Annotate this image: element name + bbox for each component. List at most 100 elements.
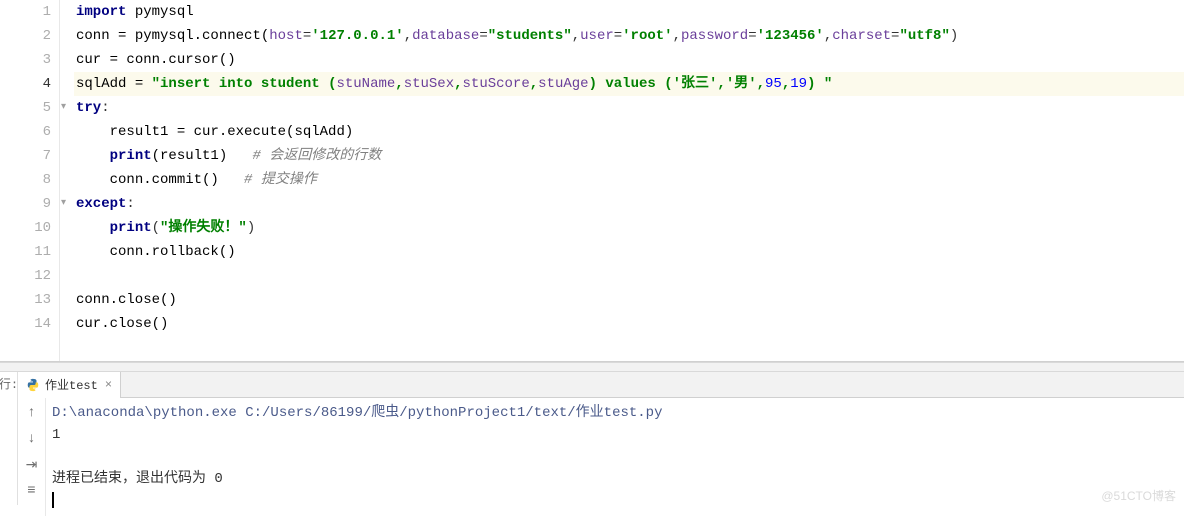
string: "utf8" <box>899 28 949 44</box>
comma: , <box>824 28 832 44</box>
string: 'root' <box>622 28 672 44</box>
call: conn.commit() <box>110 172 219 188</box>
line-number: 14 <box>0 312 51 336</box>
string: ) <box>589 76 606 92</box>
line-number: 11 <box>0 240 51 264</box>
string: ) " <box>807 76 832 92</box>
line-number: 2 <box>0 24 51 48</box>
builtin: print <box>110 220 152 236</box>
line-number: 8 <box>0 168 51 192</box>
code-line[interactable]: conn = pymysql.connect(host='127.0.0.1',… <box>74 24 1184 48</box>
identifier: cur <box>76 52 110 68</box>
down-arrow-icon[interactable]: ↓ <box>21 428 43 450</box>
comma: , <box>673 28 681 44</box>
paren: ( <box>152 220 160 236</box>
indent <box>76 220 110 236</box>
console-blank-line <box>52 446 1178 468</box>
string: "students" <box>488 28 572 44</box>
comment: # 会返回修改的行数 <box>252 148 381 164</box>
space <box>219 172 244 188</box>
param: charset <box>832 28 891 44</box>
line-number: 9 <box>0 192 51 216</box>
identifier: result1 <box>110 124 177 140</box>
up-arrow-icon[interactable]: ↑ <box>21 402 43 424</box>
code-line[interactable]: print(result1) # 会返回修改的行数 <box>74 144 1184 168</box>
code-line-active[interactable]: sqlAdd = "insert into student (stuName,s… <box>74 72 1184 96</box>
indent <box>76 148 110 164</box>
watermark: @51CTO博客 <box>1101 487 1176 504</box>
call: conn.cursor() <box>118 52 236 68</box>
fold-toggle-icon[interactable]: ▾ <box>61 192 66 216</box>
pane-splitter[interactable] <box>0 362 1184 372</box>
close-icon[interactable]: × <box>103 378 112 392</box>
paren: ) <box>247 220 255 236</box>
wrap-icon[interactable]: ⇥ <box>21 454 43 476</box>
colon: : <box>126 196 134 212</box>
fold-column: ▾ ▾ <box>60 0 74 361</box>
code-line[interactable]: except: <box>74 192 1184 216</box>
identifier: pymysql <box>135 4 194 20</box>
number: 95 <box>765 76 782 92</box>
operator: = <box>135 76 143 92</box>
console-tab[interactable]: 作业test × <box>18 372 121 398</box>
code-line[interactable]: try: <box>74 96 1184 120</box>
number: 19 <box>790 76 807 92</box>
line-gutter: 1 2 3 4 5 6 7 8 9 10 11 12 13 14 <box>0 0 60 361</box>
line-number: 7 <box>0 144 51 168</box>
comma: , <box>404 28 412 44</box>
operator: = <box>177 124 185 140</box>
line-number: 13 <box>0 288 51 312</box>
console-tab-bar: 作业test × <box>18 372 1184 398</box>
comma: , <box>757 76 765 92</box>
indent <box>76 124 110 140</box>
string: "insert into <box>152 76 261 92</box>
comma: , <box>717 76 725 92</box>
field: stuScore <box>463 76 530 92</box>
field: stuAge <box>538 76 588 92</box>
fold-toggle-icon[interactable]: ▾ <box>61 96 66 120</box>
console-output[interactable]: D:\anaconda\python.exe C:/Users/86199/爬虫… <box>46 398 1184 516</box>
comment: # 提交操作 <box>244 172 317 188</box>
string: '127.0.0.1' <box>311 28 403 44</box>
param: database <box>412 28 479 44</box>
line-number: 1 <box>0 0 51 24</box>
console-command-line: D:\anaconda\python.exe C:/Users/86199/爬虫… <box>52 402 1178 424</box>
param: password <box>681 28 748 44</box>
line-number: 12 <box>0 264 51 288</box>
keyword: except <box>76 196 126 212</box>
call: conn.rollback() <box>110 244 236 260</box>
comma: , <box>782 76 790 92</box>
line-number: 4 <box>0 72 51 96</box>
settings-icon[interactable]: ≡ <box>21 480 43 502</box>
console-output-line: 1 <box>52 424 1178 446</box>
cursor-icon <box>52 492 54 508</box>
paren: ) <box>950 28 958 44</box>
code-line[interactable]: cur.close() <box>74 312 1184 336</box>
space <box>143 76 151 92</box>
args: (result1) <box>152 148 228 164</box>
call: cur.execute(sqlAdd) <box>185 124 353 140</box>
comma: , <box>572 28 580 44</box>
code-line[interactable]: conn.rollback() <box>74 240 1184 264</box>
python-icon <box>26 378 40 392</box>
console-cursor-line <box>52 490 1178 512</box>
code-line[interactable]: conn.close() <box>74 288 1184 312</box>
param: host <box>269 28 303 44</box>
string: values <box>605 76 664 92</box>
code-line[interactable]: print("操作失败！") <box>74 216 1184 240</box>
line-number: 10 <box>0 216 51 240</box>
field: stuSex <box>404 76 454 92</box>
code-line[interactable]: result1 = cur.execute(sqlAdd) <box>74 120 1184 144</box>
string: ( <box>664 76 672 92</box>
code-line[interactable]: conn.commit() # 提交操作 <box>74 168 1184 192</box>
console-tab-label: 作业test <box>45 376 98 393</box>
code-line[interactable]: import pymysql <box>74 0 1184 24</box>
code-line[interactable] <box>74 264 1184 288</box>
space <box>227 148 252 164</box>
code-area[interactable]: import pymysql conn = pymysql.connect(ho… <box>74 0 1184 361</box>
code-line[interactable]: cur = conn.cursor() <box>74 48 1184 72</box>
comma: , <box>395 76 403 92</box>
field: stuName <box>336 76 395 92</box>
builtin: print <box>110 148 152 164</box>
call: conn.close() <box>76 292 177 308</box>
